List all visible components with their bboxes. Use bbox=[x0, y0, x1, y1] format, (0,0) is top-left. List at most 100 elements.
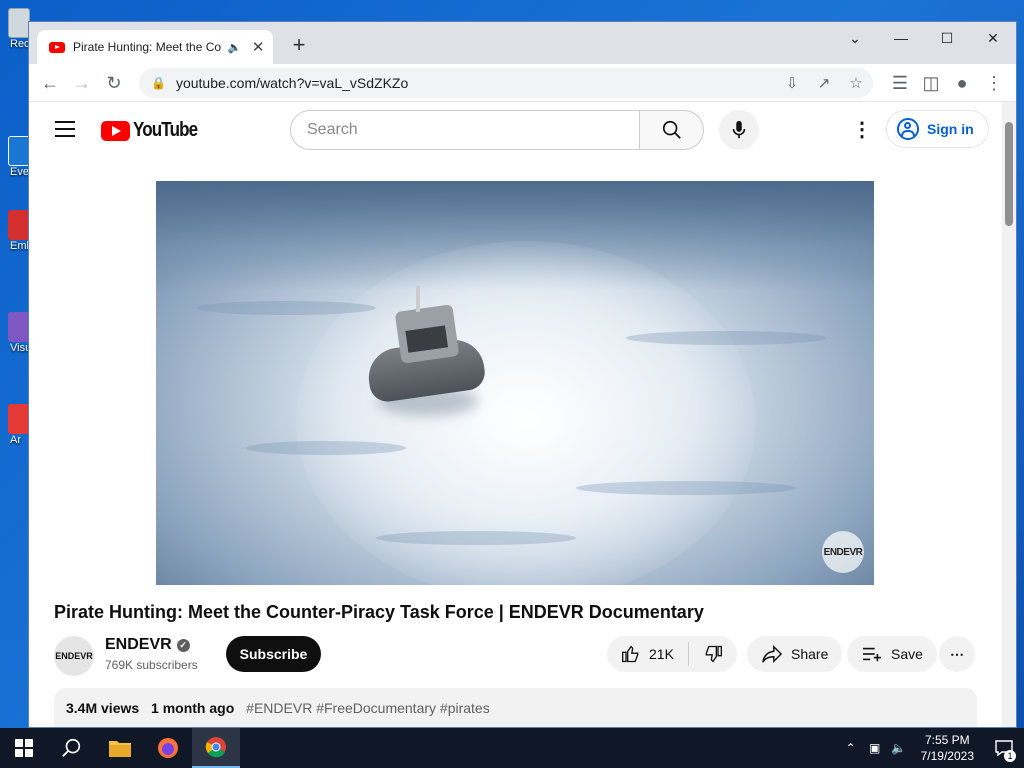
browser-menu-icon[interactable]: ⋮ bbox=[981, 70, 1007, 96]
dislike-button[interactable] bbox=[689, 636, 737, 672]
microphone-icon bbox=[732, 120, 746, 139]
voice-search-button[interactable] bbox=[719, 110, 759, 150]
chevron-up-icon[interactable]: ⌃ bbox=[839, 741, 863, 755]
logo-text: YouTube bbox=[133, 119, 198, 141]
back-button[interactable]: ← bbox=[37, 70, 63, 96]
tab-search-chevron-icon[interactable]: ⌄ bbox=[832, 22, 878, 54]
new-tab-button[interactable]: + bbox=[287, 33, 311, 57]
network-icon[interactable]: ▣ bbox=[863, 741, 887, 755]
youtube-page: YouTube Search ⋮ Sign in ENDEVR Pirate H… bbox=[29, 102, 1016, 727]
desktop-icon-5[interactable]: Ar bbox=[2, 404, 30, 464]
volume-muted-icon[interactable]: 🔈 bbox=[887, 741, 911, 755]
subscriber-count: 769K subscribers bbox=[105, 658, 198, 672]
save-label: Save bbox=[891, 646, 923, 662]
upload-date: 1 month ago bbox=[151, 700, 235, 716]
profile-icon[interactable]: ● bbox=[949, 70, 975, 96]
search-button[interactable] bbox=[640, 110, 704, 150]
channel-name-text: ENDEVR bbox=[105, 636, 172, 653]
install-app-icon[interactable]: ⇩ bbox=[779, 70, 805, 96]
system-tray: ⌃ ▣ 🔈 7:55 PM 7/19/2023 1 bbox=[839, 728, 1024, 768]
settings-kebab-icon[interactable]: ⋮ bbox=[852, 116, 872, 144]
thumbs-down-icon bbox=[705, 645, 722, 663]
lock-icon[interactable]: 🔒 bbox=[151, 76, 166, 90]
browser-toolbar: ← → ↻ 🔒 youtube.com/watch?v=vaL_vSdZKZo … bbox=[29, 64, 1016, 102]
youtube-favicon-icon bbox=[49, 41, 65, 53]
channel-name[interactable]: ENDEVR ✓ bbox=[105, 636, 190, 654]
firefox-button[interactable] bbox=[144, 728, 192, 768]
close-window-button[interactable]: ✕ bbox=[970, 22, 1016, 54]
search-icon bbox=[662, 120, 681, 139]
side-panel-icon[interactable]: ◫ bbox=[918, 70, 944, 96]
video-player[interactable]: ENDEVR bbox=[156, 181, 874, 585]
chrome-icon bbox=[205, 737, 226, 758]
tab-close-icon[interactable]: ✕ bbox=[251, 38, 265, 56]
url-text: youtube.com/watch?v=vaL_vSdZKZo bbox=[175, 75, 409, 91]
thumbs-up-icon bbox=[622, 645, 639, 663]
like-count: 21K bbox=[649, 646, 674, 662]
recycle-bin-icon bbox=[8, 8, 30, 38]
more-actions-button[interactable]: ⋯ bbox=[939, 636, 975, 672]
start-button[interactable] bbox=[0, 728, 48, 768]
subscribe-button[interactable]: Subscribe bbox=[226, 636, 321, 672]
media-control-icon[interactable]: ☰ bbox=[887, 70, 913, 96]
desktop-icon-3[interactable]: Emb bbox=[2, 210, 33, 270]
like-dislike-group: 21K bbox=[607, 636, 737, 672]
channel-watermark[interactable]: ENDEVR bbox=[822, 531, 864, 573]
windows-logo-icon bbox=[15, 739, 33, 757]
add-to-playlist-icon bbox=[863, 647, 881, 662]
shortcut-icon bbox=[8, 210, 30, 240]
browser-window: Pirate Hunting: Meet the Cou 🔈 ✕ + ⌄ — ☐… bbox=[28, 21, 1017, 728]
notification-badge: 1 bbox=[1004, 750, 1016, 762]
channel-avatar[interactable]: ENDEVR bbox=[54, 636, 94, 676]
like-button[interactable]: 21K bbox=[607, 636, 688, 672]
browser-tab[interactable]: Pirate Hunting: Meet the Cou 🔈 ✕ bbox=[37, 30, 273, 64]
tab-strip: Pirate Hunting: Meet the Cou 🔈 ✕ + ⌄ — ☐… bbox=[29, 22, 1016, 64]
clock-date: 7/19/2023 bbox=[920, 749, 974, 763]
bookmark-star-icon[interactable]: ☆ bbox=[843, 70, 869, 96]
speaker-icon[interactable]: 🔈 bbox=[228, 41, 242, 54]
shortcut-icon bbox=[8, 404, 30, 434]
taskbar: ⌃ ▣ 🔈 7:55 PM 7/19/2023 1 bbox=[0, 728, 1024, 768]
shortcut-icon bbox=[8, 136, 30, 166]
minimize-button[interactable]: — bbox=[878, 22, 924, 54]
chrome-button[interactable] bbox=[192, 728, 240, 768]
shortcut-icon bbox=[8, 312, 30, 342]
sign-in-button[interactable]: Sign in bbox=[886, 110, 989, 148]
search-icon bbox=[62, 738, 81, 757]
page-scrollbar[interactable] bbox=[1002, 102, 1016, 727]
share-button[interactable]: Share bbox=[747, 636, 843, 672]
wave-streak bbox=[626, 331, 826, 345]
file-explorer-button[interactable] bbox=[96, 728, 144, 768]
notification-center-button[interactable]: 1 bbox=[984, 728, 1024, 768]
forward-button[interactable]: → bbox=[69, 70, 95, 96]
clock-time: 7:55 PM bbox=[924, 733, 970, 747]
search-input[interactable]: Search bbox=[290, 110, 640, 150]
maximize-button[interactable]: ☐ bbox=[924, 22, 970, 54]
guide-menu-icon[interactable] bbox=[55, 121, 75, 137]
wave-streak bbox=[576, 481, 796, 495]
desktop-icon-2[interactable]: Eve bbox=[2, 136, 30, 196]
wave-streak bbox=[376, 531, 576, 545]
desktop-icon-recycle-bin[interactable]: Rec bbox=[2, 8, 30, 68]
video-title: Pirate Hunting: Meet the Counter-Piracy … bbox=[54, 602, 704, 622]
hashtags[interactable]: #ENDEVR #FreeDocumentary #pirates bbox=[246, 700, 490, 716]
save-button[interactable]: Save bbox=[847, 636, 937, 672]
account-icon bbox=[897, 118, 919, 140]
description-box[interactable]: 3.4M views 1 month ago #ENDEVR #FreeDocu… bbox=[54, 688, 977, 727]
scrollbar-thumb[interactable] bbox=[1005, 122, 1013, 226]
clock[interactable]: 7:55 PM 7/19/2023 bbox=[911, 732, 984, 764]
masthead: YouTube Search ⋮ Sign in bbox=[29, 102, 1016, 158]
taskbar-search-button[interactable] bbox=[48, 728, 96, 768]
share-page-icon[interactable]: ↗ bbox=[811, 70, 837, 96]
share-icon bbox=[762, 644, 783, 664]
more-horizontal-icon: ⋯ bbox=[950, 645, 964, 662]
address-bar[interactable]: 🔒 youtube.com/watch?v=vaL_vSdZKZo ⇩ ↗ ☆ bbox=[139, 68, 873, 98]
reload-button[interactable]: ↻ bbox=[101, 70, 127, 96]
wave-streak bbox=[196, 301, 376, 315]
desktop-icon-4[interactable]: Visu bbox=[2, 312, 31, 372]
folder-icon bbox=[109, 741, 131, 757]
tab-title: Pirate Hunting: Meet the Cou bbox=[73, 40, 222, 54]
view-count: 3.4M views bbox=[66, 700, 140, 716]
youtube-logo[interactable]: YouTube bbox=[101, 119, 209, 142]
firefox-icon bbox=[158, 738, 178, 758]
